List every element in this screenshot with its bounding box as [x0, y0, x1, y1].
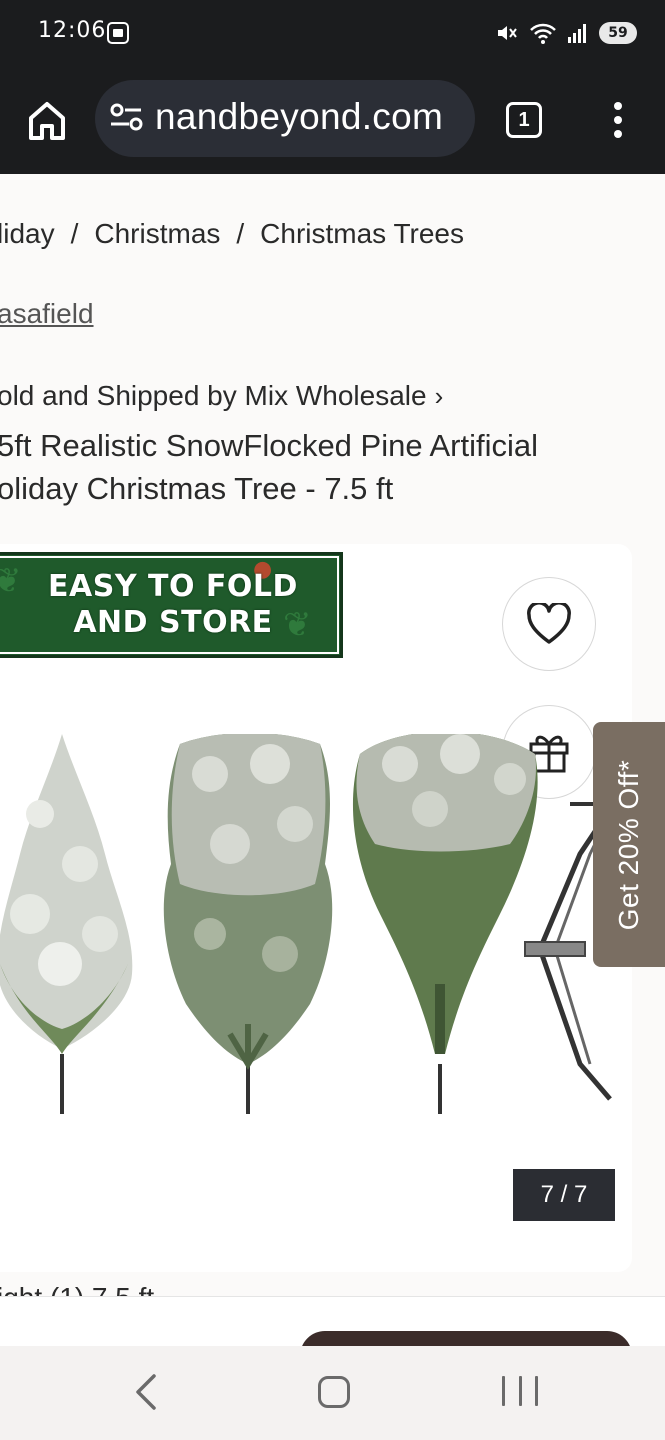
size-option-label: ight (1) 7.5 ft	[0, 1282, 154, 1296]
breadcrumb: liday / Christmas / Christmas Trees	[0, 218, 464, 250]
mute-icon	[498, 26, 517, 40]
more-options-icon[interactable]	[604, 100, 632, 140]
back-icon[interactable]	[132, 1372, 162, 1412]
breadcrumb-separator: /	[70, 218, 79, 249]
tab-switcher-button[interactable]: 1	[506, 102, 542, 138]
leaf-decoration-icon: ❦	[0, 561, 22, 601]
image-counter: 7 / 7	[513, 1169, 615, 1221]
clock: 12:06	[38, 18, 107, 43]
discount-side-tab[interactable]: Get 20% Off*	[593, 722, 665, 967]
discount-side-tab-label: Get 20% Off*	[613, 759, 644, 930]
breadcrumb-separator: /	[236, 218, 245, 249]
tree-section-2	[163, 734, 333, 1114]
heart-icon	[527, 603, 571, 644]
tree-section-1	[0, 734, 133, 1114]
seller-info[interactable]: old and Shipped by Mix Wholesale ›	[0, 380, 443, 412]
breadcrumb-item-christmas-trees[interactable]: Christmas Trees	[260, 218, 464, 249]
product-image	[0, 734, 630, 1114]
url-text[interactable]: nandbeyond.com	[155, 96, 461, 138]
battery-icon: 59	[599, 22, 637, 44]
home-nav-icon[interactable]	[318, 1376, 350, 1408]
page-content: liday / Christmas / Christmas Trees asafield…	[0, 174, 665, 1296]
promo-banner-image: ❦ ❦ ● EASY TO FOLD AND STORE	[0, 552, 343, 658]
status-icons: 59	[495, 18, 637, 48]
chevron-right-icon: ›	[434, 381, 444, 411]
banner-line-1: EASY TO FOLD	[48, 569, 298, 604]
screenshot-icon	[107, 22, 129, 44]
sticky-add-to-cart-bar	[0, 1296, 665, 1346]
brand-link[interactable]: asafield	[0, 298, 94, 330]
home-button[interactable]	[22, 96, 72, 146]
recent-apps-icon[interactable]	[502, 1376, 538, 1410]
site-settings-icon[interactable]	[109, 102, 145, 134]
browser-toolbar: nandbeyond.com 1	[0, 70, 665, 174]
product-image-gallery[interactable]: ❦ ❦ ● EASY TO FOLD AND STORE 7 / 7	[0, 544, 632, 1272]
status-bar: 12:06 59	[0, 0, 665, 70]
wishlist-button[interactable]	[502, 577, 596, 671]
wifi-icon	[530, 23, 556, 44]
breadcrumb-item-christmas[interactable]: Christmas	[94, 218, 220, 249]
product-title: 5ft Realistic SnowFlocked Pine Artificia…	[0, 428, 539, 506]
add-to-cart-button[interactable]	[300, 1331, 632, 1346]
seller-text: old and Shipped by Mix Wholesale	[0, 380, 427, 411]
banner-line-2: AND STORE	[73, 605, 273, 640]
home-icon	[29, 102, 65, 140]
breadcrumb-item-holiday[interactable]: liday	[0, 218, 55, 249]
tree-section-3	[352, 734, 538, 1114]
signal-icon	[568, 24, 586, 43]
system-navigation-bar	[0, 1346, 665, 1440]
url-bar[interactable]: nandbeyond.com	[95, 80, 475, 157]
promo-banner-text: EASY TO FOLD AND STORE	[23, 569, 323, 641]
